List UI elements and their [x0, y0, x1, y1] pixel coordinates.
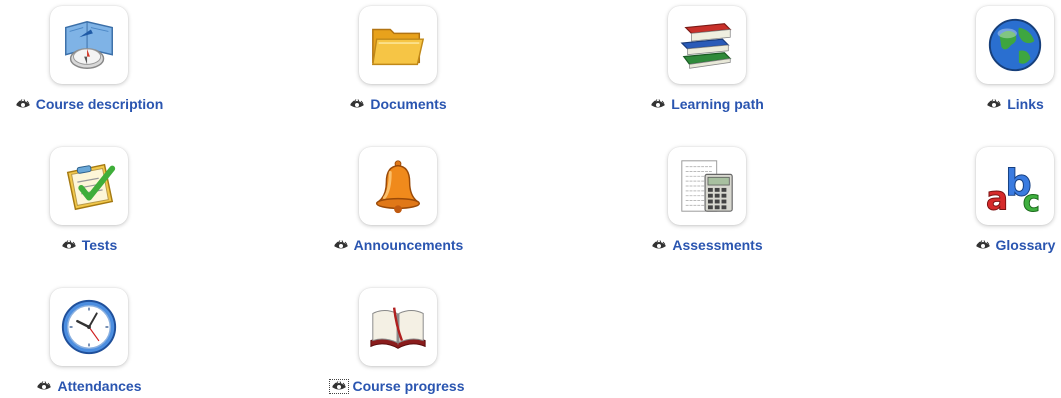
- visibility-toggle-eye-icon[interactable]: [333, 240, 349, 251]
- globe-icon: [988, 18, 1042, 72]
- tool-link-attendances[interactable]: Attendances: [57, 378, 141, 394]
- tool-link-course-description[interactable]: Course description: [36, 96, 164, 112]
- books-icon: [680, 23, 732, 69]
- assessments-tile[interactable]: [668, 147, 746, 225]
- visibility-toggle-eye-icon[interactable]: [15, 99, 31, 110]
- tool-course-progress: Course progress: [298, 288, 498, 394]
- learning-path-tile[interactable]: [668, 6, 746, 84]
- tool-links: Links: [915, 6, 1061, 112]
- tool-link-glossary[interactable]: Glossary: [996, 237, 1056, 253]
- course-tools-grid: Course description Documents Learning pa…: [0, 0, 1061, 398]
- tool-link-links[interactable]: Links: [1007, 96, 1044, 112]
- visibility-toggle-eye-icon[interactable]: [651, 240, 667, 251]
- documents-tile[interactable]: [359, 6, 437, 84]
- open-book-icon: [370, 307, 426, 349]
- attendances-tile[interactable]: [50, 288, 128, 366]
- tool-announcements: Announcements: [298, 147, 498, 253]
- tool-documents: Documents: [298, 6, 498, 112]
- abc-letters-icon: a b c: [985, 161, 1040, 217]
- tool-link-course-progress[interactable]: Course progress: [352, 378, 464, 394]
- announcements-tile[interactable]: [359, 147, 437, 225]
- visibility-toggle-eye-icon[interactable]: [986, 99, 1002, 110]
- visibility-toggle-eye-icon[interactable]: [975, 240, 991, 251]
- tool-attendances: Attendances: [0, 288, 189, 394]
- folder-icon: [371, 28, 425, 66]
- tool-learning-path: Learning path: [607, 6, 807, 112]
- quiz-checklist-icon: [66, 163, 116, 211]
- tests-tile[interactable]: [50, 147, 128, 225]
- tool-glossary: a b c Glossary: [915, 147, 1061, 253]
- tool-link-assessments[interactable]: Assessments: [672, 237, 762, 253]
- svg-text:c: c: [1023, 184, 1040, 217]
- clock-icon: [61, 299, 117, 355]
- course-progress-tile[interactable]: [359, 288, 437, 366]
- tool-link-announcements[interactable]: Announcements: [354, 237, 464, 253]
- tool-link-learning-path[interactable]: Learning path: [671, 96, 764, 112]
- bell-icon: [375, 160, 421, 214]
- tool-course-description: Course description: [0, 6, 189, 112]
- course-description-icon: [65, 21, 113, 69]
- visibility-toggle-eye-icon[interactable]: [329, 378, 350, 394]
- tool-tests: Tests: [0, 147, 189, 253]
- tool-assessments: Assessments: [607, 147, 807, 253]
- links-tile[interactable]: [976, 6, 1054, 84]
- calculator-sheet-icon: [681, 160, 733, 212]
- visibility-toggle-eye-icon[interactable]: [349, 99, 365, 110]
- visibility-toggle-eye-icon[interactable]: [36, 381, 52, 392]
- tool-link-documents[interactable]: Documents: [370, 96, 446, 112]
- visibility-toggle-eye-icon[interactable]: [650, 99, 666, 110]
- visibility-toggle-eye-icon[interactable]: [61, 240, 77, 251]
- course-description-tile[interactable]: [50, 6, 128, 84]
- glossary-tile[interactable]: a b c: [976, 147, 1054, 225]
- tool-link-tests[interactable]: Tests: [82, 237, 118, 253]
